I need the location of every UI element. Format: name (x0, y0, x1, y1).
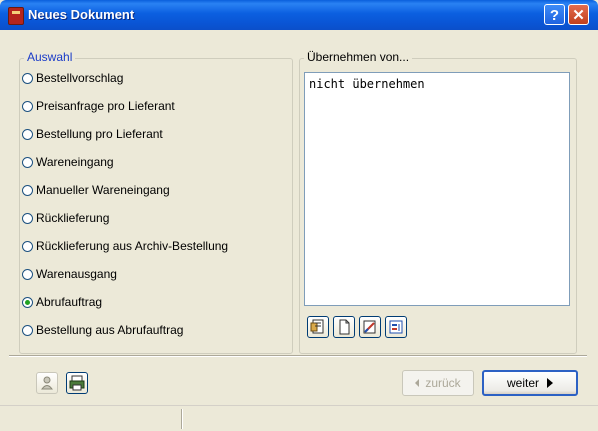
radio-option-abrufauftrag[interactable]: Abrufauftrag (22, 292, 102, 312)
radio-button[interactable] (22, 100, 33, 112)
radio-button[interactable] (22, 212, 33, 224)
radio-label: Bestellvorschlag (36, 71, 124, 85)
radio-button[interactable] (22, 268, 33, 280)
radio-label: Preisanfrage pro Lieferant (36, 99, 175, 113)
radio-option-wareneingang[interactable]: Wareneingang (22, 152, 114, 172)
source-listbox[interactable]: nicht übernehmen (304, 72, 570, 306)
radio-button[interactable] (22, 72, 33, 84)
user-icon[interactable] (36, 372, 58, 394)
printer-icon[interactable] (66, 372, 88, 394)
close-button[interactable]: ✕ (568, 4, 589, 25)
radio-label: Warenausgang (36, 267, 117, 281)
next-button[interactable]: weiter (482, 370, 578, 396)
radio-option-bestellung-abrufauftrag[interactable]: Bestellung aus Abrufauftrag (22, 320, 183, 340)
back-button[interactable]: zurück (402, 370, 474, 396)
radio-label: Rücklieferung aus Archiv-Bestellung (36, 239, 229, 253)
radio-button[interactable] (22, 184, 33, 196)
app-icon (8, 7, 24, 25)
auswahl-legend: Auswahl (24, 50, 76, 64)
blank-document-icon[interactable] (333, 316, 355, 338)
radio-option-preisanfrage[interactable]: Preisanfrage pro Lieferant (22, 96, 175, 116)
radio-option-manueller-wareneingang[interactable]: Manueller Wareneingang (22, 180, 170, 200)
next-button-label: weiter (506, 376, 539, 390)
edit-document-icon[interactable] (359, 316, 381, 338)
arrow-left-icon (415, 379, 420, 387)
back-button-label: zurück (425, 376, 461, 390)
radio-label: Bestellung pro Lieferant (36, 127, 163, 141)
radio-button[interactable] (22, 156, 33, 168)
list-item[interactable]: nicht übernehmen (309, 77, 425, 91)
radio-option-warenausgang[interactable]: Warenausgang (22, 264, 117, 284)
status-separator (181, 409, 183, 429)
radio-label: Abrufauftrag (36, 295, 103, 309)
document-search-icon[interactable] (307, 316, 329, 338)
radio-option-bestellung-lieferant[interactable]: Bestellung pro Lieferant (22, 124, 163, 144)
radio-label: Manueller Wareneingang (36, 183, 170, 197)
radio-option-ruecklieferung[interactable]: Rücklieferung (22, 208, 109, 228)
radio-label: Bestellung aus Abrufauftrag (36, 323, 184, 337)
title-bar[interactable]: Neues Dokument ? ✕ (0, 0, 598, 30)
radio-option-ruecklieferung-archiv[interactable]: Rücklieferung aus Archiv-Bestellung (22, 236, 228, 256)
arrow-right-icon (547, 378, 553, 388)
radio-button-selected[interactable] (22, 296, 33, 308)
radio-label: Rücklieferung (36, 211, 110, 225)
dialog-divider (9, 355, 587, 357)
radio-option-bestellvorschlag[interactable]: Bestellvorschlag (22, 68, 123, 88)
uebernehmen-legend: Übernehmen von... (304, 50, 413, 64)
help-button[interactable]: ? (544, 4, 565, 25)
list-properties-icon[interactable] (385, 316, 407, 338)
radio-button[interactable] (22, 128, 33, 140)
radio-label: Wareneingang (36, 155, 114, 169)
radio-button[interactable] (22, 240, 33, 252)
radio-button[interactable] (22, 324, 33, 336)
status-bar (0, 405, 598, 431)
window-title: Neues Dokument (28, 7, 135, 22)
